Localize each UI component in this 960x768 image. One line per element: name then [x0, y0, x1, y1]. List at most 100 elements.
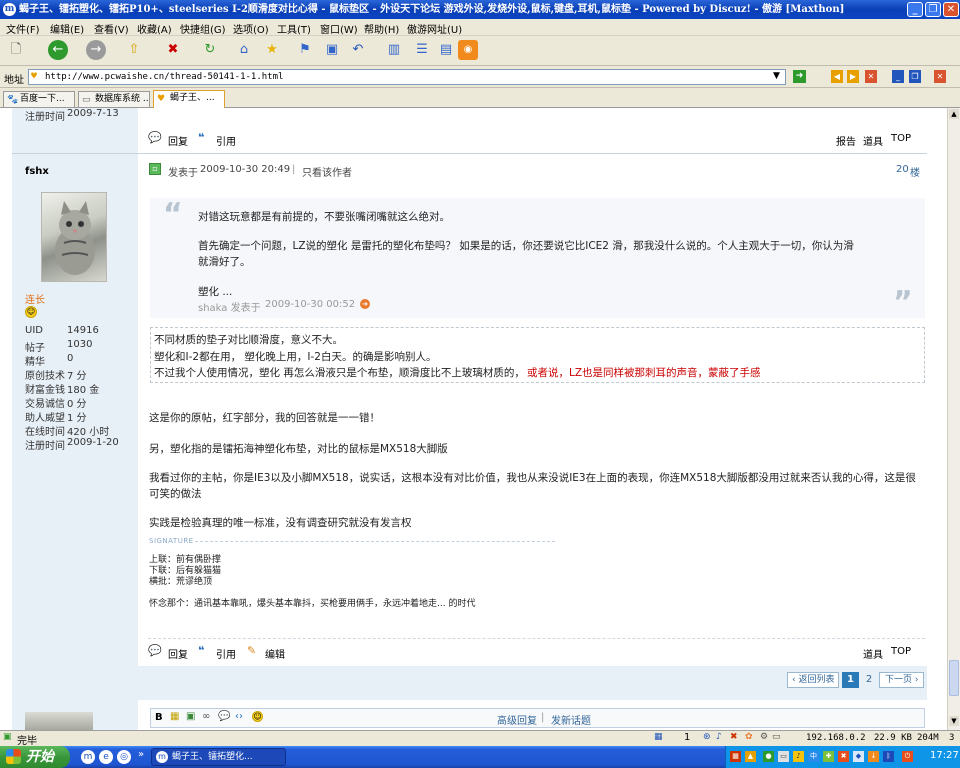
- menu-favorites[interactable]: 收藏(A): [137, 21, 172, 36]
- avatar[interactable]: [41, 192, 107, 282]
- author-name[interactable]: fshx: [25, 166, 49, 177]
- lock-icon: ▦: [654, 732, 663, 742]
- up-icon[interactable]: ⇧: [124, 40, 144, 60]
- next-page-button[interactable]: 下一页 ›: [879, 672, 925, 688]
- stop-icon[interactable]: ✖: [163, 40, 183, 60]
- color-icon[interactable]: ▦: [170, 711, 179, 722]
- menu-view[interactable]: 查看(V): [94, 21, 129, 36]
- reply-link[interactable]: 回复: [168, 646, 188, 661]
- volume-icon: ♪: [716, 732, 722, 742]
- prev-tools-link[interactable]: 道具: [863, 133, 883, 148]
- toolbar: 🗋 ← → ⇧ ✖ ↻ ⌂ ★ ⚑ ▣ ↶ ▥ ☰ ▤ ◉: [0, 36, 960, 66]
- only-author-link[interactable]: 只看该作者: [302, 164, 352, 179]
- advanced-reply-link[interactable]: 高级回复: [497, 712, 537, 727]
- avatar[interactable]: [25, 712, 93, 730]
- menu-file[interactable]: 文件(F): [6, 21, 40, 36]
- code-icon[interactable]: ‹›: [235, 711, 243, 722]
- next-tab-icon[interactable]: ▶: [847, 70, 859, 83]
- window-icon[interactable]: ▣: [322, 40, 342, 60]
- quicklaunch-more-icon[interactable]: »: [138, 749, 144, 760]
- new-topic-link[interactable]: 发新话题: [551, 712, 591, 727]
- scroll-thumb[interactable]: [949, 660, 959, 696]
- top-link[interactable]: TOP: [891, 646, 911, 657]
- address-input[interactable]: ♥ http://www.pcwaishe.cn/thread-50141-1-…: [28, 69, 786, 85]
- quicklaunch-ie-icon[interactable]: e: [99, 750, 113, 764]
- home-icon[interactable]: ⌂: [234, 40, 254, 60]
- stat-label: 助人威望: [25, 413, 65, 424]
- taskbar-window-button[interactable]: m 蝎子王、镭拓塑化...: [151, 748, 286, 766]
- quote-bubble-icon[interactable]: 💬: [218, 711, 230, 722]
- tray-qq-icon[interactable]: ●: [763, 751, 774, 762]
- posted-time: 2009-10-30 20:49: [200, 164, 291, 175]
- title-bar[interactable]: m 蝎子王、镭拓塑化、镭拓P10+、steelseries I-2顺滑度对比心得…: [0, 0, 960, 19]
- rss-icon[interactable]: ◉: [458, 40, 478, 60]
- cite-line: 不过我个人使用情况，塑化 再怎么滑液只是个布垫，顺滑度比不上玻璃材质的，: [154, 367, 525, 379]
- maximize-button[interactable]: ❐: [925, 2, 941, 17]
- taskbar-window-label: 蝎子王、镭拓塑化...: [172, 752, 253, 762]
- menu-options[interactable]: 选项(O): [233, 21, 269, 36]
- close-button[interactable]: ✕: [943, 2, 959, 17]
- prev-reply-link[interactable]: 回复: [168, 133, 188, 148]
- tab-minimize-icon[interactable]: _: [892, 70, 904, 83]
- tray-antivirus-icon[interactable]: ✚: [823, 751, 834, 762]
- tray-power-icon[interactable]: ⏻: [902, 751, 913, 762]
- tray-app-icon[interactable]: ▦: [730, 751, 741, 762]
- menu-groups[interactable]: 快捷组(G): [180, 21, 226, 36]
- settings-icon: ⚙: [760, 732, 769, 742]
- tools-link[interactable]: 道具: [863, 646, 883, 661]
- quicklaunch-maxthon-icon[interactable]: m: [81, 750, 95, 764]
- tray-volume-icon[interactable]: ♪: [793, 751, 804, 762]
- tray-update-icon[interactable]: ✖: [838, 751, 849, 762]
- columns-icon[interactable]: ▥: [384, 40, 404, 60]
- quote-link[interactable]: 引用: [216, 646, 236, 661]
- minimize-button[interactable]: _: [907, 2, 923, 17]
- tray-shield-icon[interactable]: ▲: [745, 751, 756, 762]
- image-icon[interactable]: ▣: [186, 711, 195, 722]
- group-icon[interactable]: ⚑: [295, 40, 315, 60]
- bold-icon[interactable]: B: [155, 712, 163, 723]
- back-icon[interactable]: ←: [48, 40, 68, 60]
- tab-restore-icon[interactable]: ❐: [909, 70, 921, 83]
- quicklaunch-icon[interactable]: ◎: [117, 750, 131, 764]
- refresh-icon[interactable]: ↻: [200, 40, 220, 60]
- goto-post-icon[interactable]: ➜: [360, 299, 370, 309]
- clock[interactable]: 17:27: [930, 750, 959, 761]
- menu-tools[interactable]: 工具(T): [277, 21, 311, 36]
- tray-download-icon[interactable]: ↓: [868, 751, 879, 762]
- address-dropdown-icon[interactable]: ▼: [773, 71, 780, 81]
- cite-line: 不同材质的垫子对比顺滑度，意义不大。: [154, 334, 343, 346]
- tray-ime-icon[interactable]: 中: [808, 751, 819, 762]
- prev-quote-link[interactable]: 引用: [216, 133, 236, 148]
- scroll-down-icon[interactable]: ▼: [949, 716, 959, 726]
- vertical-scrollbar[interactable]: ▲ ▼: [947, 108, 960, 730]
- favorites-star-icon[interactable]: ★: [262, 40, 282, 60]
- page-2-link[interactable]: 2: [862, 672, 876, 688]
- menu-help[interactable]: 帮助(H): [364, 21, 399, 36]
- prev-tab-icon[interactable]: ◀: [831, 70, 843, 83]
- start-button[interactable]: 开始: [0, 746, 70, 768]
- tab-current[interactable]: ♥ 蝎子王、...: [153, 90, 225, 108]
- prev-top-link[interactable]: TOP: [891, 133, 911, 144]
- tray-misc-icon[interactable]: ◆: [853, 751, 864, 762]
- notes-icon[interactable]: ▤: [436, 40, 456, 60]
- forward-icon[interactable]: →: [86, 40, 106, 60]
- close-tab-icon[interactable]: ✕: [865, 70, 877, 83]
- tab-baidu[interactable]: 🐾 百度一下...: [3, 91, 75, 107]
- tab-database[interactable]: ▭ 数据库系统 ...: [78, 91, 150, 107]
- scroll-up-icon[interactable]: ▲: [949, 109, 959, 119]
- undo-icon[interactable]: ↶: [348, 40, 368, 60]
- menu-edit[interactable]: 编辑(E): [50, 21, 84, 36]
- new-page-icon[interactable]: 🗋: [6, 40, 26, 60]
- prev-report-link[interactable]: 报告: [836, 133, 856, 148]
- link-icon[interactable]: ∞: [202, 711, 210, 722]
- go-icon[interactable]: ➜: [793, 70, 806, 83]
- tab-close-all-icon[interactable]: ✕: [934, 70, 946, 83]
- tray-network-icon[interactable]: ▭: [778, 751, 789, 762]
- menu-window[interactable]: 窗口(W): [320, 21, 358, 36]
- tray-bt-icon[interactable]: ᛒ: [883, 751, 894, 762]
- smiley-icon[interactable]: ☺: [252, 711, 263, 722]
- list-icon[interactable]: ☰: [412, 40, 432, 60]
- edit-link[interactable]: 编辑: [265, 646, 285, 661]
- back-to-list-button[interactable]: ‹ 返回列表: [787, 672, 840, 688]
- menu-maxthon-sites[interactable]: 傲游网址(U): [407, 21, 462, 36]
